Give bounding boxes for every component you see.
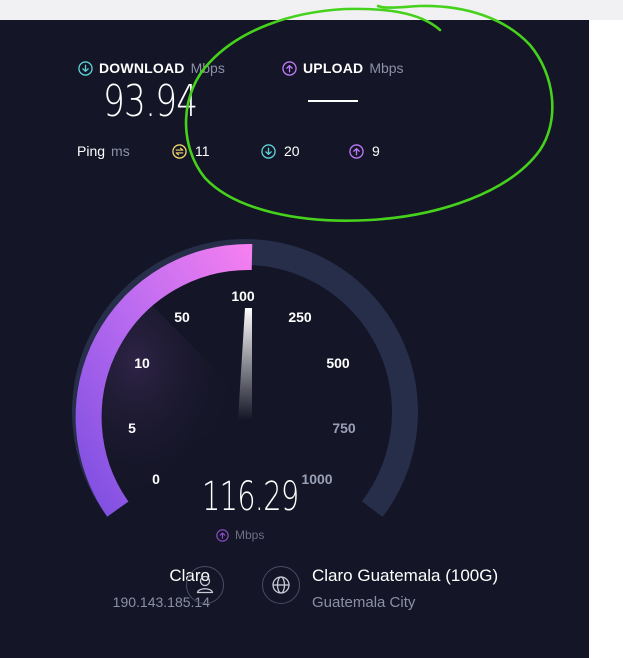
gauge-label-1000: 1000 bbox=[301, 471, 332, 487]
gauge-label-0: 0 bbox=[152, 471, 160, 487]
isp-avatar[interactable] bbox=[186, 566, 224, 604]
arrow-up-circle-icon bbox=[216, 528, 229, 542]
server-city: Guatemala City bbox=[312, 594, 416, 611]
gauge-label-10: 10 bbox=[134, 355, 150, 371]
user-icon bbox=[196, 575, 214, 594]
server-name[interactable]: Claro Guatemala (100G) bbox=[312, 566, 498, 586]
speed-gauge: 0 5 10 50 100 250 500 750 1000 bbox=[72, 239, 418, 517]
gauge-label-100: 100 bbox=[231, 288, 255, 304]
gauge-label-5: 5 bbox=[128, 420, 136, 436]
globe-icon bbox=[272, 576, 290, 594]
gauge-label-500: 500 bbox=[326, 355, 350, 371]
gauge-label-50: 50 bbox=[174, 309, 190, 325]
current-speed-unit-label: Mbps bbox=[235, 528, 265, 542]
server-globe-button[interactable] bbox=[262, 566, 300, 604]
current-speed-unit: Mbps bbox=[216, 528, 264, 542]
current-speed-value: 116.29 bbox=[202, 474, 299, 520]
gauge-needle bbox=[238, 308, 252, 420]
gauge-label-250: 250 bbox=[288, 309, 312, 325]
gauge-label-750: 750 bbox=[332, 420, 356, 436]
